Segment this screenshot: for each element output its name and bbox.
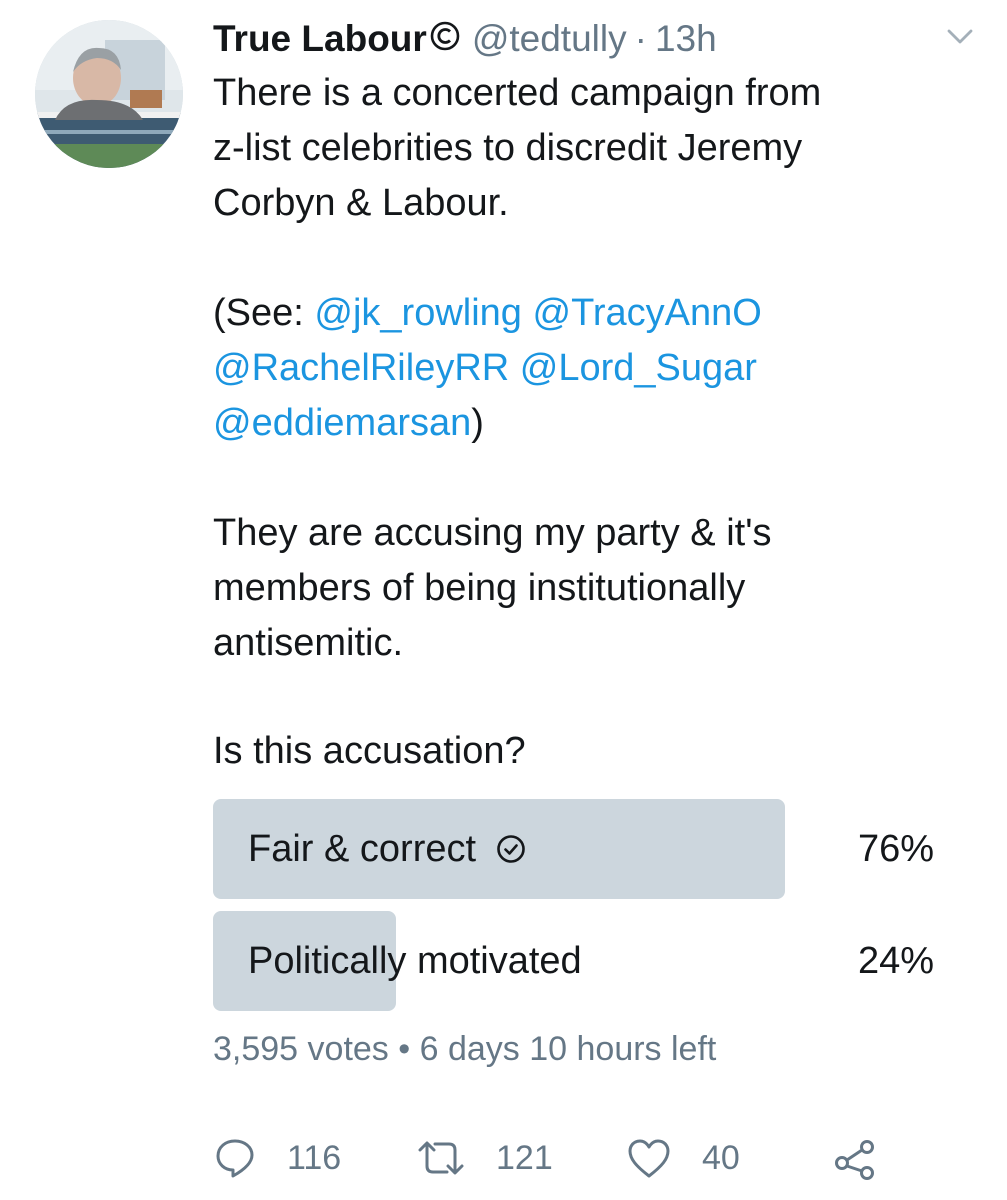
heart-icon — [628, 1139, 670, 1178]
tweet-time[interactable]: 13h — [655, 18, 717, 60]
mention-link[interactable]: @eddiemarsan — [213, 402, 471, 444]
poll-option-percent: 24% — [857, 939, 934, 982]
reply-count: 116 — [287, 1138, 342, 1177]
poll-option-percent: 76% — [857, 827, 934, 870]
author-name[interactable]: True Labour — [213, 18, 427, 60]
tweet-text: There is a concerted campaign from z-lis… — [213, 66, 973, 726]
retweet-icon — [418, 1141, 464, 1175]
text-line: antisemitic. — [213, 622, 404, 664]
poll-option-label: Fair & correct — [248, 827, 477, 870]
like-count: 40 — [702, 1138, 740, 1177]
like-button[interactable]: 40 — [626, 1130, 740, 1186]
retweet-button[interactable]: 121 — [416, 1130, 553, 1186]
see-close-text: ) — [471, 402, 484, 444]
poll-option-label-wrap: Fair & correct — [248, 799, 526, 899]
poll-option-fair-correct[interactable]: Fair & correct 76% — [213, 799, 946, 899]
tweet-paragraph-3: They are accusing my party & it's member… — [213, 506, 973, 671]
mention-link[interactable]: @TracyAnnO — [533, 292, 762, 334]
poll-votes: 3,595 votes — [213, 1030, 389, 1068]
retweet-count: 121 — [496, 1138, 553, 1177]
mention-link[interactable]: @Lord_Sugar — [520, 347, 757, 389]
author-handle[interactable]: @tedtully — [472, 18, 627, 60]
text-line: Corbyn & Labour. — [213, 182, 509, 224]
mention-link[interactable]: @RachelRileyRR — [213, 347, 509, 389]
poll-option-label: Politically motivated — [248, 939, 582, 982]
text-line: They are accusing my party & it's — [213, 512, 772, 554]
reply-icon — [216, 1139, 254, 1178]
reply-button[interactable]: 116 — [213, 1130, 341, 1186]
poll-option-label-wrap: Politically motivated — [248, 911, 582, 1011]
text-line: members of being institutionally — [213, 567, 746, 609]
share-button[interactable] — [833, 1130, 877, 1186]
text-line: z-list celebrities to discredit Jeremy — [213, 127, 803, 169]
poll-bullet: • — [398, 1030, 411, 1068]
avatar[interactable] — [35, 20, 183, 168]
chevron-down-icon[interactable] — [945, 26, 975, 48]
text-line: There is a concerted campaign from — [213, 72, 822, 114]
share-icon — [835, 1140, 874, 1180]
tweet-actions: 116 121 40 — [213, 1130, 883, 1186]
header-separator: · — [634, 18, 647, 59]
mention-link[interactable]: @jk_rowling — [314, 292, 522, 334]
tweet-paragraph-1: There is a concerted campaign from z-lis… — [213, 66, 973, 231]
poll-meta: 3,595 votes • 6 days 10 hours left — [213, 1030, 716, 1069]
tweet-header: True Labour @tedtully · 13h — [213, 18, 717, 62]
tweet-paragraph-2: (See: @jk_rowling @TracyAnnO @RachelRile… — [213, 286, 973, 451]
poll-question: Is this accusation? — [213, 730, 526, 772]
poll-time-left: 6 days 10 hours left — [419, 1030, 717, 1068]
copyright-icon — [430, 21, 460, 51]
check-circle-icon — [497, 835, 525, 863]
poll-option-politically-motivated[interactable]: Politically motivated 24% — [213, 911, 946, 1011]
avatar-photo — [35, 20, 183, 168]
see-open-text: (See: — [213, 292, 315, 334]
